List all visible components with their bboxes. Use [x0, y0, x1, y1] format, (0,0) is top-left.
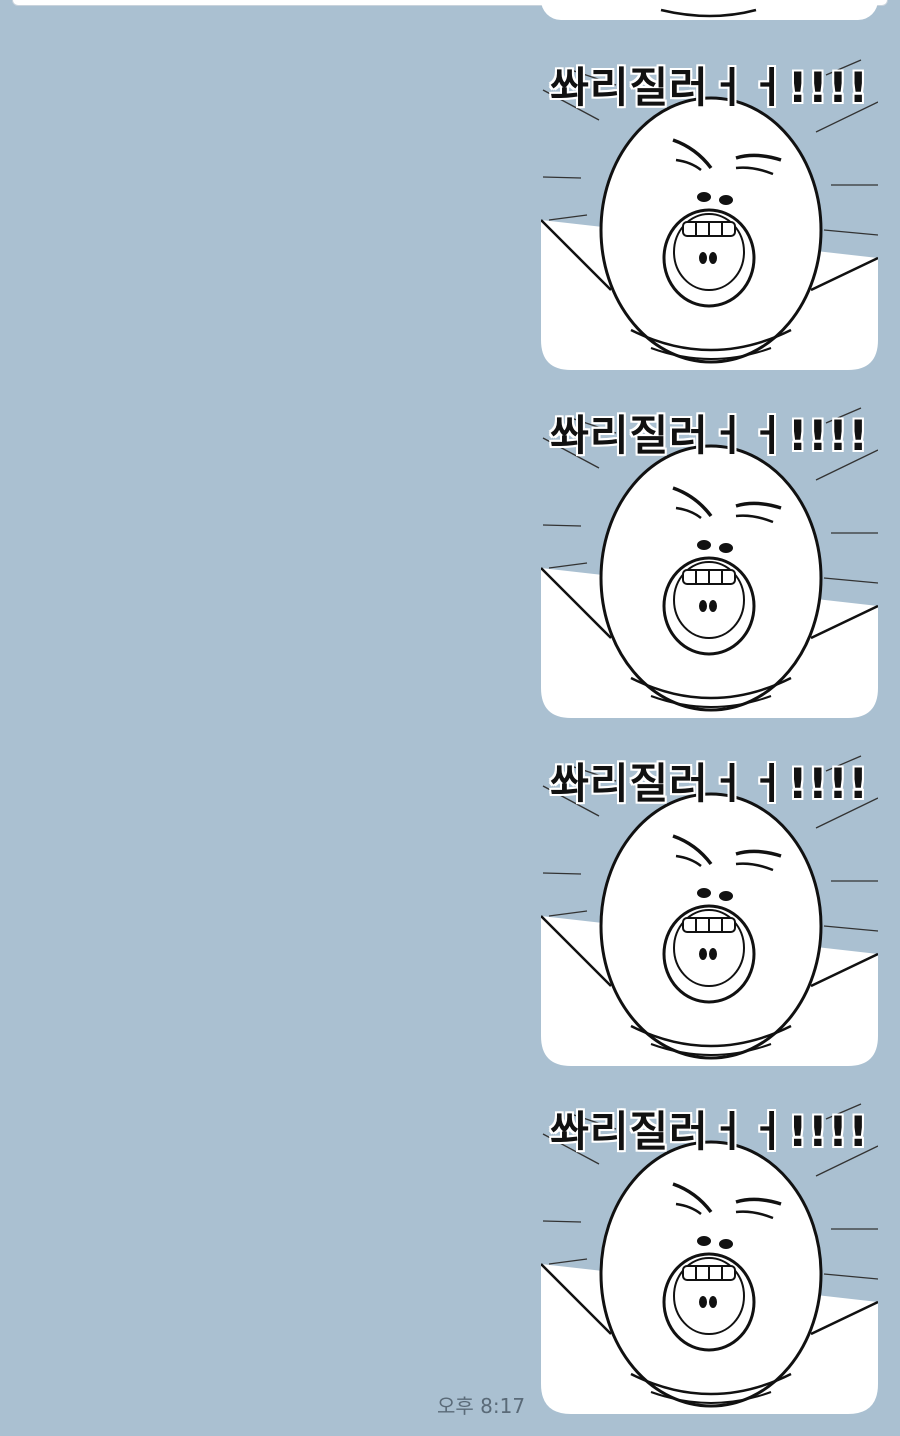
sticker-message[interactable]: 쏴리질러ㅓㅓ!!!! [541, 40, 878, 370]
sticker-message[interactable]: 쏴리질러ㅓㅓ!!!! [541, 388, 878, 718]
sticker-caption: 쏴리질러ㅓㅓ!!!! [550, 63, 869, 112]
sticker-caption: 쏴리질러ㅓㅓ!!!! [550, 759, 869, 808]
sticker-caption: 쏴리질러ㅓㅓ!!!! [550, 1107, 869, 1156]
message-timestamp: 오후 8:17 [437, 1394, 526, 1418]
sticker-message[interactable]: 쏴리질러ㅓㅓ!!!! [541, 1084, 878, 1414]
previous-sticker-fragment[interactable] [541, 0, 878, 20]
sticker-message[interactable]: 쏴리질러ㅓㅓ!!!! [541, 736, 878, 1066]
sticker-caption: 쏴리질러ㅓㅓ!!!! [550, 411, 869, 460]
